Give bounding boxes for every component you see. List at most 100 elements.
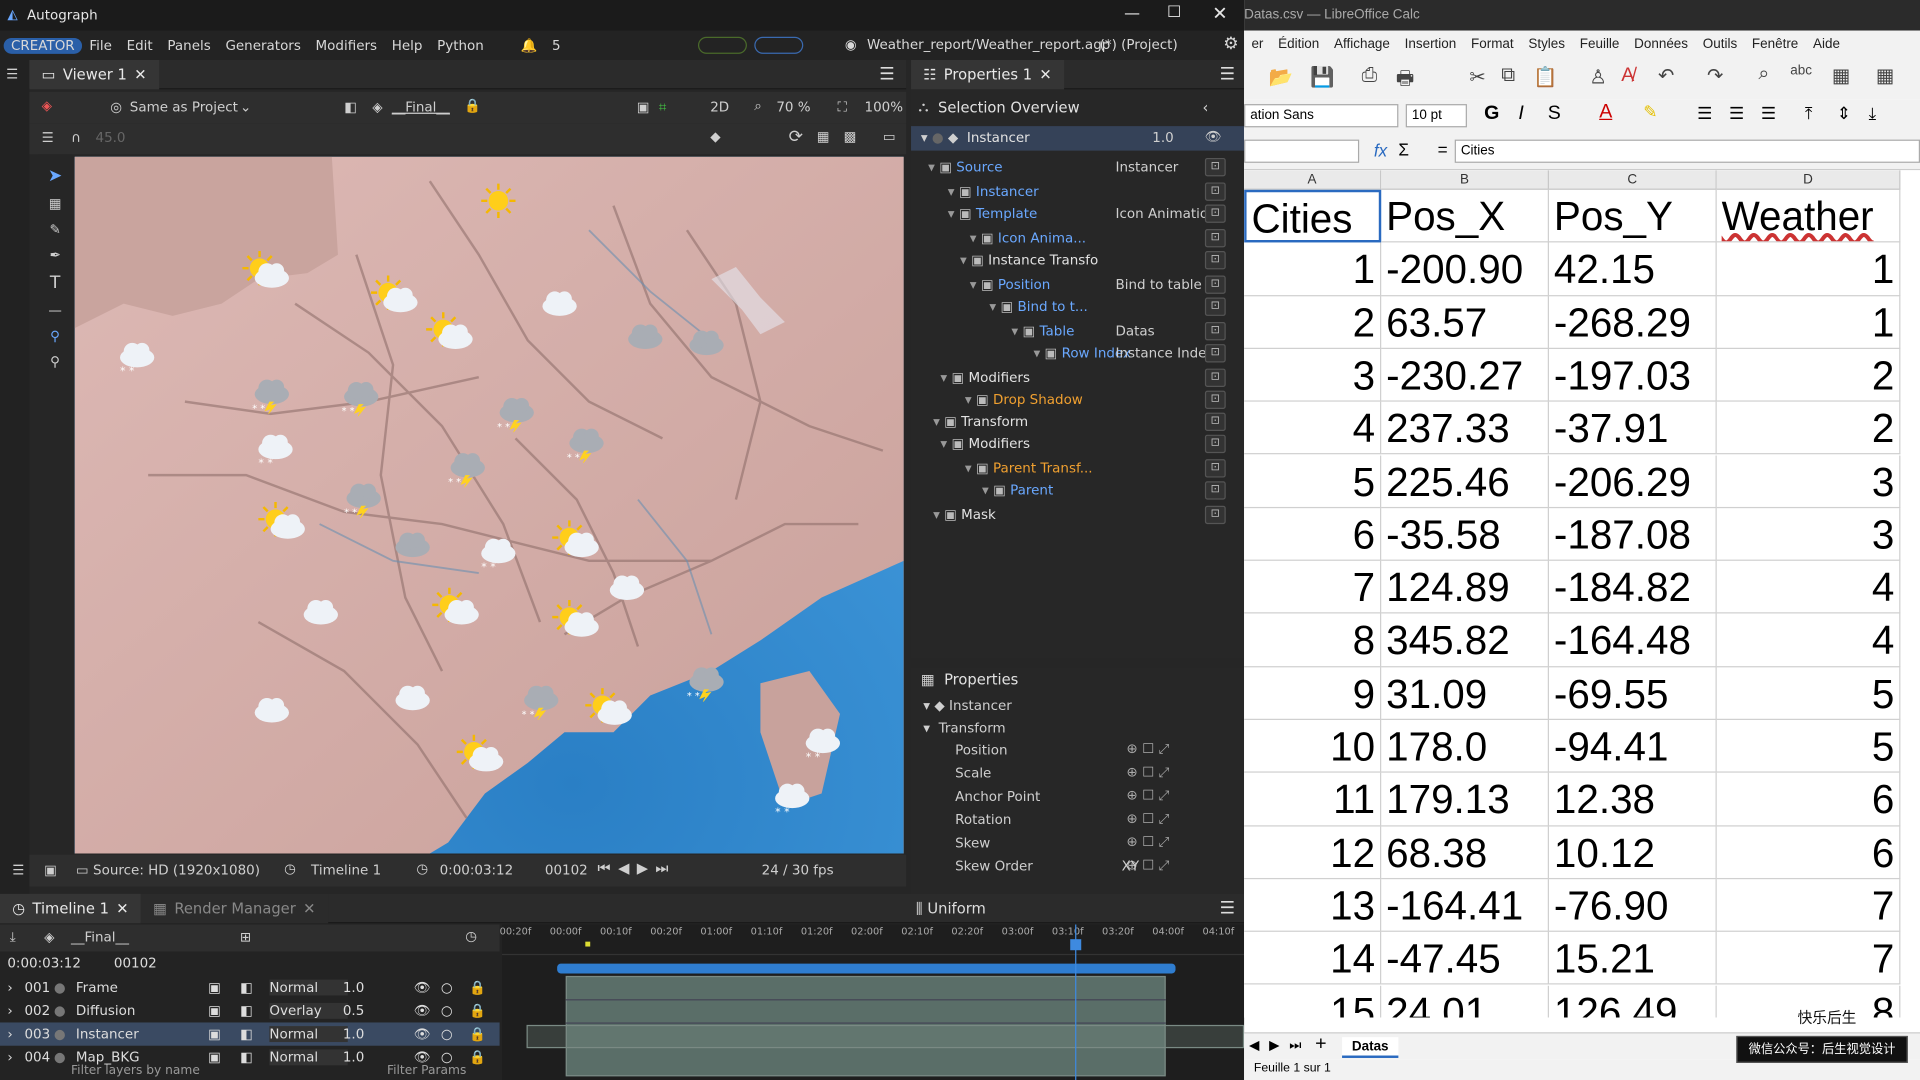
- spreadsheet-cell[interactable]: 1: [1244, 242, 1382, 296]
- spreadsheet-cell[interactable]: 68.38: [1381, 826, 1549, 880]
- spreadsheet-cell[interactable]: 10: [1244, 720, 1382, 774]
- close-tab-icon[interactable]: ✕: [134, 66, 146, 83]
- column-header[interactable]: C: [1548, 170, 1717, 190]
- weather-icon[interactable]: * *: [467, 524, 521, 574]
- select-arrow-icon[interactable]: ➤: [48, 167, 62, 187]
- transform-prop-row[interactable]: Rotation: [955, 808, 1011, 831]
- spreadsheet-cell[interactable]: 24.01: [1381, 985, 1549, 1018]
- spreadsheet-cell[interactable]: 4: [1716, 613, 1901, 667]
- spreadsheet-cell[interactable]: 14: [1244, 932, 1382, 986]
- weather-icon[interactable]: * *: [329, 367, 383, 419]
- weather-icon[interactable]: [289, 585, 343, 634]
- spreadsheet-cell[interactable]: 15: [1244, 985, 1382, 1018]
- weather-icon[interactable]: [613, 310, 667, 359]
- lock-icon[interactable]: 🔒: [469, 1003, 486, 1019]
- font-size-box[interactable]: 10 pt: [1405, 104, 1467, 128]
- row-action-icon[interactable]: ⊡: [1204, 204, 1226, 223]
- hamburger-icon[interactable]: ☰: [1220, 899, 1235, 919]
- checker-icon[interactable]: ▩: [844, 129, 857, 145]
- spreadsheet-cell[interactable]: 345.82: [1381, 613, 1549, 667]
- align-bottom-icon[interactable]: ⤓: [1869, 103, 1877, 124]
- row-action-icon[interactable]: ⊡: [1204, 505, 1226, 525]
- layer-row[interactable]: › 003 ● Instancer ▣ ◧ Normal 1.0 👁 ○ 🔒: [0, 1022, 500, 1046]
- spreadsheet-cell[interactable]: -164.41: [1381, 879, 1549, 933]
- lock-icon[interactable]: 🔒: [464, 98, 481, 114]
- keyframe-icon[interactable]: ◆: [710, 129, 720, 145]
- spreadsheet-cell[interactable]: 9: [1244, 666, 1382, 720]
- bold-icon[interactable]: G: [1484, 103, 1499, 125]
- spreadsheet-cell[interactable]: 5: [1244, 454, 1382, 508]
- tree-row[interactable]: ▾ ▣ Instancer: [948, 180, 1039, 203]
- skew-order-dropdown[interactable]: XY: [1122, 858, 1139, 874]
- row-action-icon[interactable]: ⊡: [1204, 228, 1226, 248]
- color-channels-icon[interactable]: ◈: [42, 98, 52, 114]
- playback-controls-icon[interactable]: ⏮◀▶⏭: [598, 860, 676, 878]
- spreadsheet-cell[interactable]: 15.21: [1548, 932, 1717, 986]
- menu-fenetre[interactable]: Fenêtre: [1745, 37, 1806, 52]
- project-selector[interactable]: (*) (Project): [1100, 37, 1178, 53]
- clock-icon[interactable]: ◷: [465, 928, 477, 944]
- playhead-handle[interactable]: [1070, 939, 1082, 951]
- brush-icon[interactable]: ✎: [49, 222, 60, 238]
- row-action-icon[interactable]: ⊡: [1204, 322, 1226, 341]
- spreadsheet-cell[interactable]: 10.12: [1548, 826, 1717, 880]
- tree-row[interactable]: ▾ ▣ Icon Anima...: [970, 227, 1086, 250]
- font-color-icon[interactable]: A: [1599, 102, 1612, 124]
- shadow-icon[interactable]: S: [1548, 103, 1561, 125]
- spellcheck-icon[interactable]: abc: [1790, 64, 1812, 79]
- menu-icon[interactable]: ☰: [12, 862, 24, 878]
- opacity-value[interactable]: 1.0: [343, 980, 364, 996]
- dimension-dropdown[interactable]: 2D: [710, 99, 729, 115]
- guides-icon[interactable]: ◧: [344, 99, 357, 115]
- weather-icon[interactable]: * *: [332, 469, 386, 521]
- transform-prop-row[interactable]: Position: [955, 738, 1007, 761]
- menu-feuille[interactable]: Feuille: [1572, 37, 1626, 52]
- spreadsheet-cell[interactable]: -164.48: [1548, 613, 1717, 667]
- marker[interactable]: [585, 941, 591, 947]
- menu-outils[interactable]: Outils: [1695, 37, 1744, 52]
- tab-render-manager[interactable]: ▦ Render Manager ✕: [140, 893, 328, 923]
- tree-row[interactable]: ▾ ▣ Bind to t...: [989, 295, 1087, 318]
- spreadsheet-cell[interactable]: 7: [1244, 560, 1382, 614]
- transform-prop-row[interactable]: Skew: [955, 831, 990, 854]
- menu-python[interactable]: Python: [430, 37, 491, 53]
- spreadsheet-cell[interactable]: -268.29: [1548, 295, 1717, 349]
- align-right-icon[interactable]: ☰: [1761, 103, 1776, 124]
- gear-icon[interactable]: ⚙: [1223, 34, 1238, 54]
- fit-icon[interactable]: ⛶: [838, 99, 847, 116]
- weather-icon[interactable]: [675, 316, 729, 365]
- menu-format[interactable]: Format: [1464, 37, 1521, 52]
- weather-icon[interactable]: [369, 273, 423, 322]
- selected-clip[interactable]: [526, 1024, 1245, 1049]
- tab-properties[interactable]: ☷ Properties 1 ✕: [911, 59, 1064, 89]
- tree-root-instancer[interactable]: ▾ ● ◆ Instancer: [921, 126, 1030, 149]
- prop-controls-icon[interactable]: ⊕ ☐ ⤢: [1127, 834, 1170, 851]
- spreadsheet-cell[interactable]: 1: [1716, 295, 1901, 349]
- transform-prop-row[interactable]: Scale: [955, 762, 991, 785]
- weather-icon[interactable]: [381, 671, 435, 720]
- close-tab-icon[interactable]: ✕: [116, 899, 128, 916]
- align-top-icon[interactable]: ⤒: [1805, 103, 1813, 124]
- spreadsheet-cell[interactable]: 2: [1716, 401, 1901, 455]
- menu-modifiers[interactable]: Modifiers: [308, 37, 384, 53]
- spreadsheet-cell[interactable]: 63.57: [1381, 295, 1549, 349]
- source-dropdown[interactable]: Source: HD (1920x1080): [93, 862, 260, 878]
- spreadsheet-cell[interactable]: 237.33: [1381, 401, 1549, 455]
- snapshot-icon[interactable]: ▭: [883, 129, 896, 145]
- hamburger-icon[interactable]: ☰: [879, 65, 894, 85]
- spreadsheet-cell[interactable]: 225.46: [1381, 454, 1549, 508]
- add-sheet-icon[interactable]: +: [1315, 1033, 1326, 1055]
- spreadsheet-cell[interactable]: 5: [1716, 720, 1901, 774]
- weather-icon[interactable]: [454, 732, 508, 781]
- spreadsheet-cell[interactable]: 7: [1716, 879, 1901, 933]
- row-action-icon[interactable]: ⊡: [1204, 275, 1226, 294]
- open-folder-icon[interactable]: 📂: [1269, 65, 1293, 89]
- list-icon[interactable]: ☰: [6, 66, 18, 82]
- row-action-icon[interactable]: ⊡: [1204, 481, 1226, 500]
- layer-row[interactable]: › 002 ● Diffusion ▣ ◧ Overlay 0.5 👁 ○ 🔒: [0, 999, 500, 1022]
- row-action-icon[interactable]: ⊡: [1204, 157, 1226, 177]
- menu-styles[interactable]: Styles: [1521, 37, 1572, 52]
- sheet-navigation-icon[interactable]: ◀▶⏭: [1249, 1037, 1311, 1054]
- filter-params-dropdown[interactable]: Filter Params: [387, 1064, 466, 1077]
- weather-icon[interactable]: [240, 249, 294, 298]
